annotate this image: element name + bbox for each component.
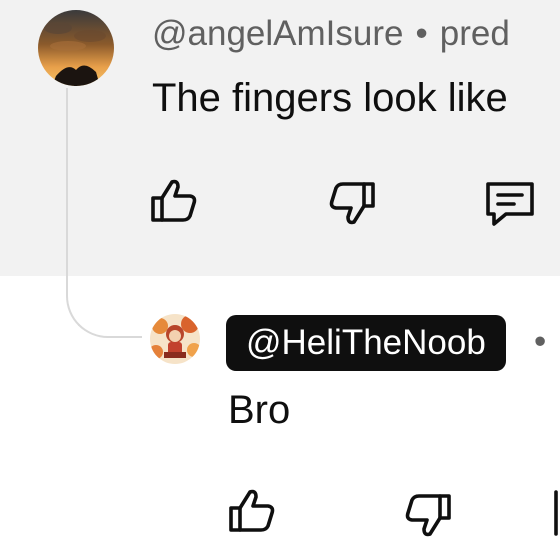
reply-text: Bro (228, 388, 291, 432)
commenter-avatar[interactable] (38, 10, 114, 86)
comment-meta: @angelAmIsure • pred (152, 14, 510, 54)
comment-author[interactable]: @angelAmIsure (152, 14, 403, 53)
reply-meta-separator: • (534, 322, 547, 361)
reply-avatar[interactable] (150, 314, 200, 364)
thumbs-down-icon[interactable] (402, 490, 454, 542)
thread-connector-line (66, 88, 142, 338)
meta-separator: • (415, 14, 428, 53)
comment-text: The fingers look like (152, 76, 508, 120)
reply-comment-icon[interactable] (480, 178, 540, 230)
reply-comment-icon[interactable] (552, 488, 560, 540)
thumbs-down-icon[interactable] (326, 178, 378, 230)
comment-timestamp: pred (439, 14, 510, 53)
thumbs-up-icon[interactable] (148, 174, 200, 226)
thumbs-up-icon[interactable] (226, 484, 278, 536)
reply-author-chip[interactable]: @HeliTheNoob (226, 315, 506, 371)
